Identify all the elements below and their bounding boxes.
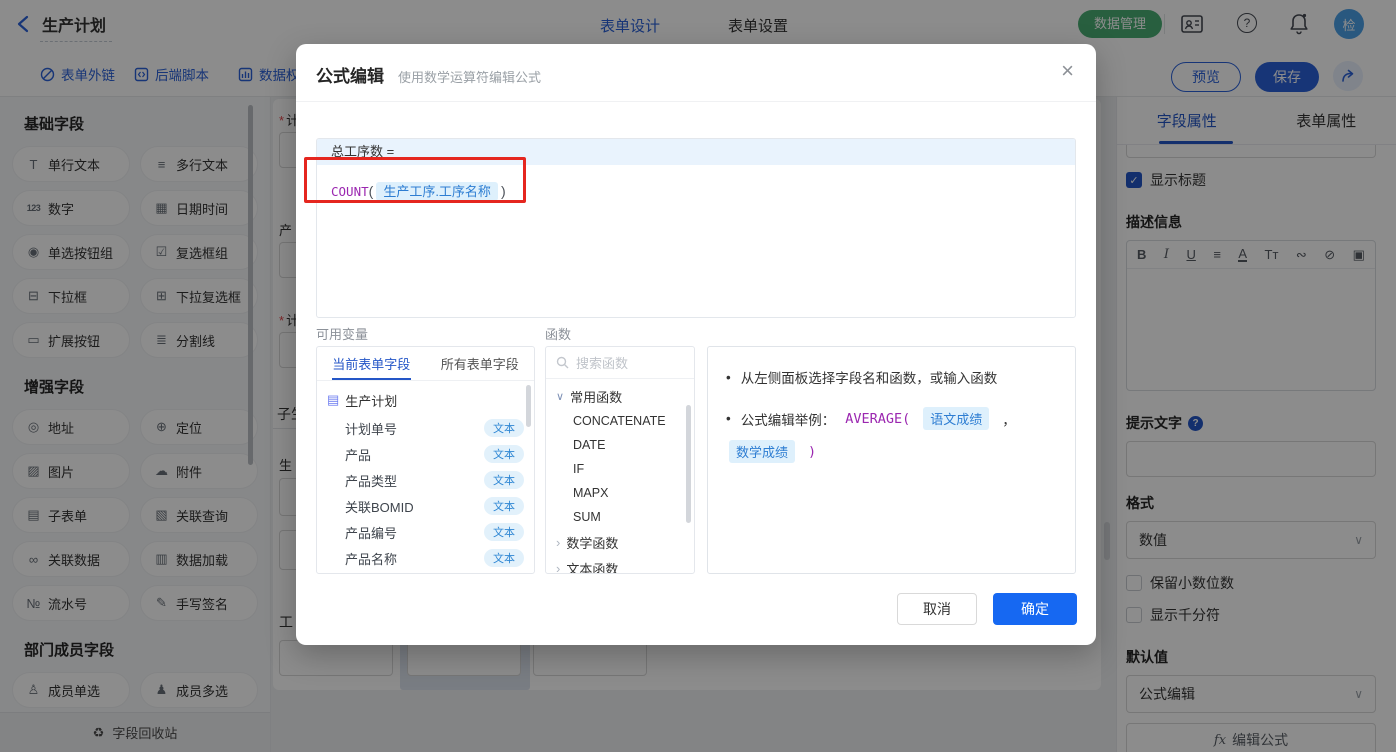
- close-icon[interactable]: ×: [1061, 58, 1074, 84]
- variable-row[interactable]: 计划单号 文本: [317, 415, 534, 441]
- example-function: AVERAGE(: [845, 410, 911, 427]
- modal-header: 公式编辑 使用数学运算符编辑公式: [296, 44, 1096, 102]
- hint-panel: • 从左侧面板选择字段名和函数，或输入函数 • 公式编辑举例： AVERAGE(语…: [707, 346, 1076, 574]
- example-token: 数学成绩: [729, 440, 796, 463]
- type-badge: 文本: [484, 471, 524, 489]
- variable-row[interactable]: 文本: [317, 571, 534, 573]
- formula-expression[interactable]: COUNT(生产工序.工序名称): [317, 165, 1075, 216]
- function-item[interactable]: CONCATENATE: [546, 409, 694, 433]
- function-item[interactable]: MAPX: [546, 481, 694, 505]
- function-item[interactable]: IF: [546, 457, 694, 481]
- app-window: 生产计划 表单设计 表单设置 数据管理 ? 检 表单外链 后端脚本 数据权 预览…: [0, 0, 1396, 752]
- variable-row[interactable]: 产品名称 文本: [317, 545, 534, 571]
- chevron-right-icon: ›: [556, 560, 561, 574]
- form-tree-root[interactable]: ▤ 生产计划: [317, 385, 534, 415]
- type-badge: 文本: [484, 445, 524, 463]
- functions-label: 函数: [545, 327, 572, 342]
- modal-title: 公式编辑: [316, 67, 384, 86]
- search-icon: [556, 356, 569, 369]
- type-badge: 文本: [484, 523, 524, 541]
- function-group-math[interactable]: › 数学函数: [546, 529, 694, 555]
- functions-scrollbar[interactable]: [686, 405, 691, 523]
- function-group-text[interactable]: › 文本函数: [546, 555, 694, 574]
- variable-row[interactable]: 产品编号 文本: [317, 519, 534, 545]
- type-badge: 文本: [484, 549, 524, 567]
- chevron-right-icon: ›: [556, 534, 561, 550]
- variable-row[interactable]: 产品类型 文本: [317, 467, 534, 493]
- type-badge: 文本: [484, 497, 524, 515]
- functions-panel: 搜索函数 ∨ 常用函数 CONCATENATE DATE IF MAPX SUM …: [545, 346, 695, 574]
- variables-scrollbar[interactable]: [526, 385, 531, 427]
- variables-tabs: 当前表单字段 所有表单字段: [317, 347, 534, 381]
- variable-row[interactable]: 关联BOMID 文本: [317, 493, 534, 519]
- function-search[interactable]: 搜索函数: [546, 347, 694, 379]
- hint-line-1: • 从左侧面板选择字段名和函数，或输入函数: [726, 369, 998, 387]
- tab-all-form-fields[interactable]: 所有表单字段: [426, 347, 535, 380]
- confirm-button[interactable]: 确定: [993, 593, 1077, 625]
- tab-current-form-fields[interactable]: 当前表单字段: [317, 347, 426, 380]
- function-item[interactable]: SUM: [546, 505, 694, 529]
- hint-line-2: • 公式编辑举例： AVERAGE(语文成绩，数学成绩): [726, 407, 1057, 463]
- formula-editor[interactable]: 总工序数 = COUNT(生产工序.工序名称): [316, 138, 1076, 318]
- formula-function: COUNT: [331, 184, 369, 199]
- modal-subtitle: 使用数学运算符编辑公式: [398, 70, 542, 85]
- formula-target: 总工序数 =: [317, 139, 1075, 165]
- variable-row[interactable]: 产品 文本: [317, 441, 534, 467]
- variables-label: 可用变量: [316, 327, 369, 342]
- document-icon: ▤: [327, 392, 340, 407]
- variables-panel: 当前表单字段 所有表单字段 ▤ 生产计划 计划单号 文本 产品 文本 产品类型 文本 …: [316, 346, 535, 574]
- field-token[interactable]: 生产工序.工序名称: [376, 182, 498, 201]
- function-item[interactable]: DATE: [546, 433, 694, 457]
- type-badge: 文本: [484, 419, 524, 437]
- chevron-down-icon: ∨: [556, 390, 565, 403]
- formula-edit-modal: 公式编辑 使用数学运算符编辑公式 × 总工序数 = COUNT(生产工序.工序名…: [296, 44, 1096, 645]
- cancel-button[interactable]: 取消: [897, 593, 977, 625]
- search-placeholder: 搜索函数: [576, 356, 629, 371]
- function-group-common[interactable]: ∨ 常用函数: [546, 383, 694, 409]
- example-token: 语文成绩: [923, 407, 990, 430]
